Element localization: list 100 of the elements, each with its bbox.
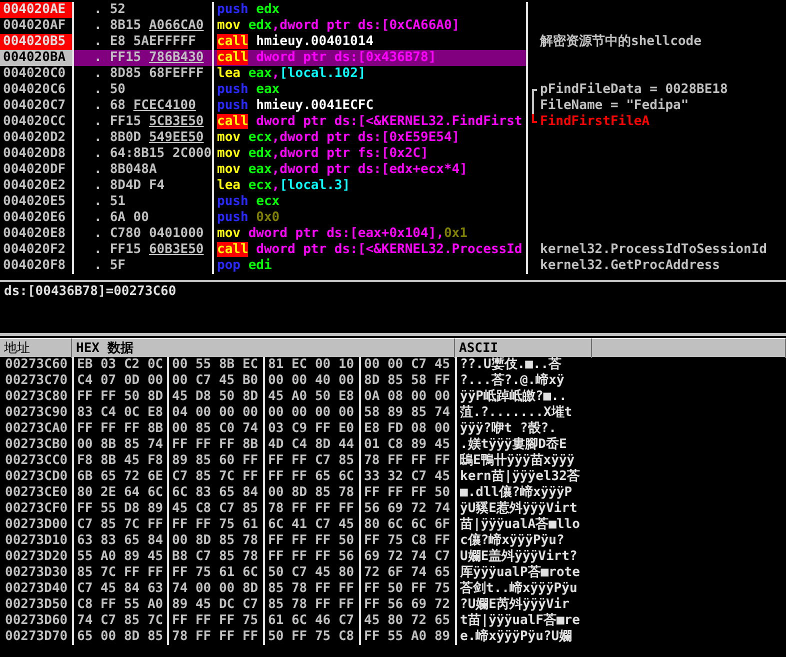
address-cell-text: 004020CC [2,114,67,130]
flow-mark: . [94,82,102,98]
hex-bytes: FF FF 50 8D [72,389,167,405]
code-row[interactable]: 004020E2 . 8D4D F4 lea ecx,[local.3] [0,178,786,194]
address-cell-text: 00273D00 [4,517,69,533]
column-header[interactable]: ASCII [455,338,592,358]
instruction-text: lea eax,[local.102] [217,66,366,81]
hex-bytes: C8 FF 55 A0 [72,597,167,613]
flow-mark: . [94,130,102,146]
hex-bytes: 80 2E 64 6C [72,485,167,501]
address-cell-text: 004020C6 [2,82,67,98]
code-row[interactable]: 004020D8 . 64:8B15 2C000 mov edx,dword ptr fs:[0x2C] [0,146,786,162]
code-row[interactable]: 004020E5 . 51 push ecx [0,194,786,210]
hex-bytes: 85 7C FF FF [72,565,167,581]
address-cell-text: 00273D10 [4,533,69,549]
address-cell: 004020AE [0,2,72,18]
address-cell-text: 004020F8 [2,258,67,274]
hex-bytes: 68 FCEC4100 [110,98,196,114]
code-row[interactable]: 004020D2 . 8B0D 549EE50 mov ecx,dword ptr ds:[0xE59E54] [0,130,786,146]
ascii-text: 荅剑t..崹xÿÿÿPÿu [455,581,786,597]
hex-bytes: 8B048A [110,162,157,178]
hex-bytes: C7 85 7C FF [167,469,263,485]
address-cell: 004020B5 [0,34,72,50]
address-cell-text: 00273C80 [4,389,69,405]
instruction-text: call dword ptr ds:[<&KERNEL32.ProcessId [217,242,522,257]
hex-bytes: FF FF FF 50 [263,533,359,549]
address-cell-text: 00273D60 [4,613,69,629]
flow-mark: . [94,2,102,18]
flow-mark: . [94,226,102,242]
hex-bytes: 00 8D 85 78 [167,533,263,549]
hex-bytes: FF FF FF 8B [72,421,167,437]
hex-bytes: 58 89 85 74 [359,405,455,421]
ascii-text: ÿÿÿ?咿t ?嗀?. [455,421,786,437]
address-cell-text: 004020F2 [2,242,67,258]
ascii-text: ÿU豯E惹斘ÿÿÿVirt [455,501,786,517]
flow-mark: . [94,194,102,210]
ascii-text: ?...荅?.@.崹xÿ [455,373,786,389]
hex-bytes: 63 83 65 84 [72,533,167,549]
code-row[interactable]: 004020C0 . 8D85 68FEFFF lea eax,[local.102] [0,66,786,82]
hex-bytes: C780 0401000 [110,226,204,242]
hex-bytes: C7 85 7C FF [72,517,167,533]
hex-bytes: FF FF FF 50 [359,485,455,501]
hex-bytes: FF 50 FF 75 [359,581,455,597]
code-row[interactable]: 004020F2 . FF15 60B3E50 call dword ptr ds:[<&KERNEL32.ProcessId kernel32.ProcessIdToSessionId [0,242,786,258]
ascii-text: 苗|ÿÿÿualA荅■llo [455,517,786,533]
code-row[interactable]: 004020DF . 8B048A mov eax,dword ptr ds:[edx+ecx*4] [0,162,786,178]
hex-bytes: 33 32 C7 45 [359,469,455,485]
address-cell-text: 00273CE0 [4,485,69,501]
hex-bytes: 51 [110,194,126,210]
hex-bytes: 8B0D 549EE50 [110,130,204,146]
hex-bytes: 56 69 72 74 [359,501,455,517]
hex-bytes: FF FF 65 6C [263,469,359,485]
hex-bytes: FF 55 A0 89 [359,629,455,645]
hex-bytes: FF FF C7 85 [263,453,359,469]
flow-mark: . [94,34,102,50]
comment-text: kernel32.GetProcAddress [540,258,720,274]
hex-bytes: 61 6C 46 C7 [263,613,359,629]
hex-bytes: 5F [110,258,126,274]
instruction-text: call hmieuy.00401014 [217,34,374,49]
code-row[interactable]: 004020F8 . 5F pop edi kernel32.GetProcAddress [0,258,786,274]
code-row[interactable]: 004020AE . 52 push edx [0,2,786,18]
address-cell-text: 00273D20 [4,549,69,565]
hex-bytes: 0A 08 00 00 [359,389,455,405]
address-cell-text: 00273C90 [4,405,69,421]
instruction-text: push ecx [217,194,280,209]
hex-bytes: C4 07 0D 00 [72,373,167,389]
ascii-text: ??.U嬱伎.■..荅 [455,357,786,373]
hex-bytes: FF 75 61 6C [167,565,263,581]
ascii-text: ?U孄E芮斘ÿÿÿVir [455,597,786,613]
address-cell-text: 00273CF0 [4,501,69,517]
hex-bytes: 8D85 68FEFFF [110,66,204,82]
hex-bytes: 50 [110,82,126,98]
flow-mark: . [94,98,102,114]
flow-mark: . [94,66,102,82]
hex-bytes: 74 C7 85 7C [72,613,167,629]
ascii-text: 厍ÿÿÿualP荅■rote [455,565,786,581]
address-cell-text: 00273CA0 [4,421,69,437]
hex-bytes: 6C 83 65 84 [167,485,263,501]
address-cell-text: 00273D40 [4,581,69,597]
ascii-text: c儴?崹xÿÿÿPÿu? [455,533,786,549]
address-cell: 004020BA [0,50,72,66]
code-row[interactable]: 004020E6 . 6A 00 push 0x0 [0,210,786,226]
code-row[interactable]: 004020CC . FF15 5CB3E50 call dword ptr ds:[<&KERNEL32.FindFirst FindFirstFileA [0,114,786,130]
column-header[interactable]: 地址 [0,338,72,358]
address-cell-text: 004020E8 [2,226,67,242]
hex-bytes: 78 FF FF FF [263,501,359,517]
instruction-text: mov edx,dword ptr fs:[0x2C] [217,146,428,161]
hex-bytes: FF15 786B430 [110,50,204,66]
hex-bytes: FF FF FF 75 [167,613,263,629]
column-header[interactable]: HEX 数据 [72,338,455,358]
hex-bytes: 6A 00 [110,210,149,226]
address-cell-text: 00273D50 [4,597,69,613]
hex-bytes: 89 45 DC C7 [167,597,263,613]
ascii-text: 菹.?.......X墔t [455,405,786,421]
code-row[interactable]: 004020BA . FF15 786B430 call dword ptr ds:[0x436B78] [0,50,786,66]
address-cell-text: 004020E5 [2,194,67,210]
code-row[interactable]: 004020C6 . 50 push eax pFindFileData = 0028BE18 [0,82,786,98]
instruction-text: lea ecx,[local.3] [217,178,350,193]
address-cell-text: 00273CB0 [4,437,69,453]
ascii-text: U孄E盖斘ÿÿÿVirt? [455,549,786,565]
